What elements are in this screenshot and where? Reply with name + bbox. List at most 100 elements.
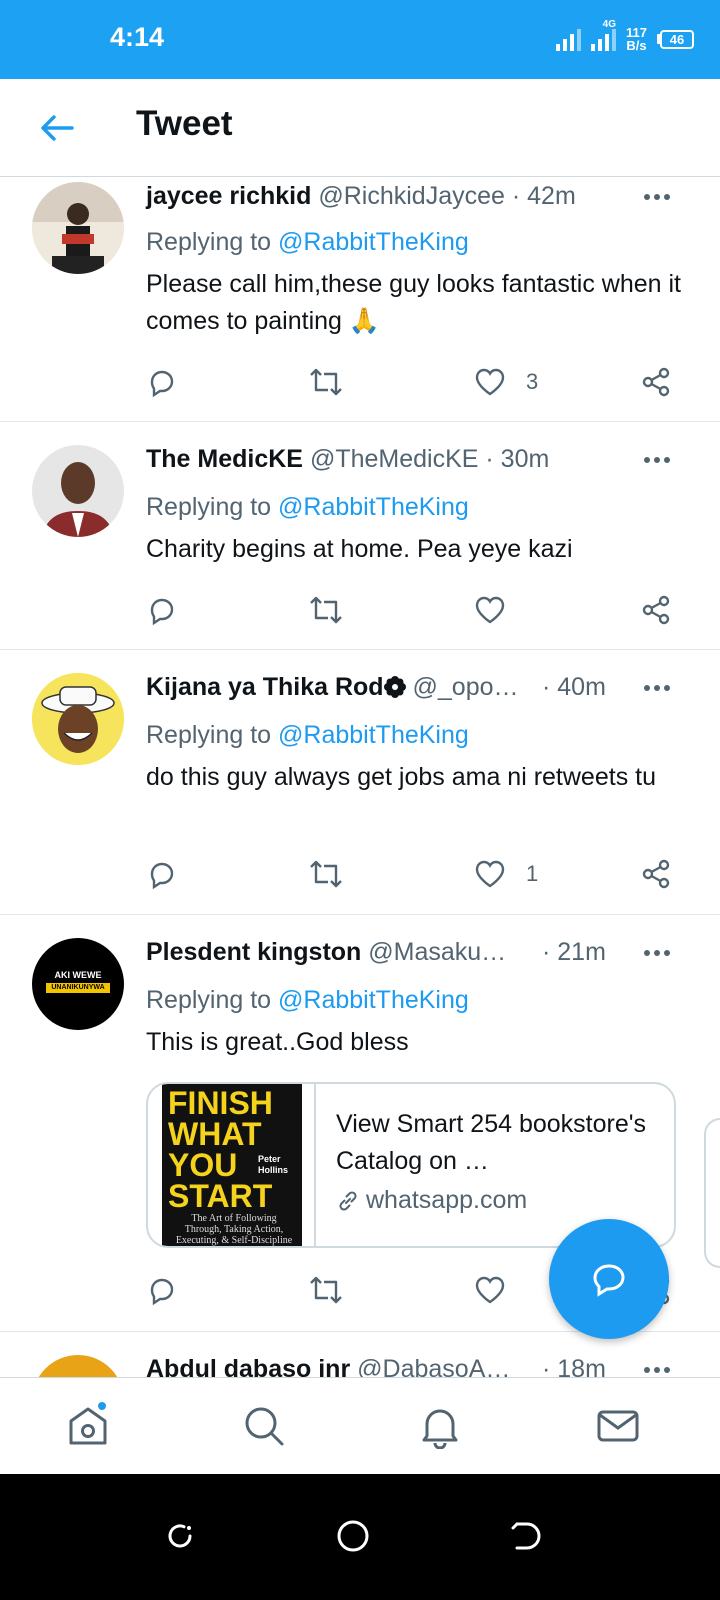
retweet-button[interactable]	[308, 1270, 344, 1310]
like-button[interactable]	[474, 590, 526, 630]
tweet-time: 42m	[527, 182, 576, 210]
reply-button[interactable]	[146, 854, 178, 894]
search-icon	[245, 1407, 284, 1446]
back-button[interactable]	[36, 107, 78, 149]
net-speed: 117 B/s	[626, 26, 647, 52]
tweet-header: Kijana ya Thika Rod @_opo… · 40m	[146, 673, 700, 709]
like-count: 1	[526, 861, 539, 886]
avatar[interactable]	[32, 445, 124, 537]
display-name[interactable]: Kijana ya Thika Rod	[146, 673, 384, 701]
mention-link[interactable]: @RabbitTheKing	[278, 986, 469, 1014]
back-system-button[interactable]	[506, 1516, 546, 1556]
nav-home[interactable]	[64, 1400, 112, 1450]
nav-messages[interactable]	[594, 1402, 642, 1450]
tweet-actions	[146, 590, 691, 630]
avatar[interactable]	[32, 673, 124, 765]
share-icon	[642, 367, 670, 397]
mention-link[interactable]: @RabbitTheKing	[278, 228, 469, 256]
signal-4g-icon: 4G	[591, 19, 617, 51]
status-bar: 4:14 4G 117 B/s 46	[0, 0, 720, 79]
retweet-icon	[310, 596, 342, 624]
tweet-actions: 3	[146, 362, 691, 402]
recent-apps-button[interactable]	[160, 1516, 200, 1556]
replying-to: Replying to @RabbitTheKing	[146, 228, 469, 256]
signal-icon	[556, 27, 582, 51]
reply-button[interactable]	[146, 1270, 178, 1310]
tweet-item[interactable]: Kijana ya Thika Rod @_opo… · 40m Replyin…	[0, 651, 720, 915]
tweet-time: 30m	[500, 445, 550, 473]
arrow-left-icon	[41, 115, 74, 141]
reply-icon	[150, 598, 174, 626]
page-title: Tweet	[136, 104, 233, 143]
replying-to: Replying to @RabbitTheKing	[146, 721, 469, 749]
reply-button[interactable]	[146, 362, 178, 402]
link-icon	[339, 1190, 357, 1211]
tweet-header: Plesdent kingston @Masaku… · 21m	[146, 938, 700, 974]
retweet-button[interactable]	[308, 590, 344, 630]
avatar-text-top: AKI WEWE	[54, 970, 102, 980]
more-options-button[interactable]	[644, 457, 670, 463]
share-button[interactable]	[640, 362, 672, 402]
replying-to: Replying to @RabbitTheKing	[146, 493, 469, 521]
compose-reply-button[interactable]	[549, 1219, 669, 1339]
user-handle[interactable]: @RichkidJaycee	[318, 182, 505, 210]
share-button[interactable]	[640, 854, 672, 894]
more-options-button[interactable]	[644, 194, 670, 200]
net-speed-unit: B/s	[626, 38, 647, 53]
heart-icon	[475, 1276, 505, 1304]
share-icon	[642, 595, 670, 625]
card-domain: whatsapp.com	[336, 1186, 527, 1215]
heart-icon	[475, 860, 505, 888]
avatar[interactable]	[32, 182, 124, 274]
reply-icon	[150, 862, 174, 890]
like-button[interactable]	[474, 1270, 526, 1310]
more-options-button[interactable]	[644, 1367, 670, 1373]
tweet-text: Charity begins at home. Pea yeye kazi	[146, 535, 573, 563]
retweet-button[interactable]	[308, 362, 344, 402]
home-system-button[interactable]	[333, 1516, 373, 1556]
mention-link[interactable]: @RabbitTheKing	[278, 493, 469, 521]
share-button[interactable]	[640, 590, 672, 630]
like-button[interactable]: 1	[474, 854, 538, 894]
user-handle[interactable]: @_opo…	[413, 673, 519, 701]
flower-badge-icon	[383, 676, 406, 698]
avatar-text-bottom: UNANIKUNYWA	[46, 983, 110, 993]
nav-search[interactable]	[240, 1402, 288, 1450]
side-card-edge	[704, 1118, 720, 1268]
nav-notifications[interactable]	[416, 1402, 464, 1450]
reply-button[interactable]	[146, 590, 178, 630]
mention-link[interactable]: @RabbitTheKing	[278, 721, 469, 749]
book-subtitle: The Art of Following Through, Taking Act…	[175, 1213, 293, 1246]
display-name[interactable]: The MedicKE	[146, 445, 303, 473]
battery-icon: 46	[657, 29, 694, 49]
tweet-time: 40m	[557, 673, 606, 701]
tweet-header: The MedicKE @TheMedicKE · 30m	[146, 445, 700, 481]
user-handle[interactable]: @TheMedicKE	[310, 445, 479, 473]
display-name[interactable]: Plesdent kingston	[146, 938, 361, 966]
system-navigation-bar	[0, 1474, 720, 1600]
more-options-button[interactable]	[644, 950, 670, 956]
chat-bubble-icon	[593, 1264, 625, 1297]
back-gesture-icon	[511, 1522, 541, 1550]
avatar[interactable]: AKI WEWE UNANIKUNYWA	[32, 938, 124, 1030]
app-header: Tweet	[0, 79, 720, 177]
like-button[interactable]: 3	[474, 362, 538, 402]
heart-icon	[475, 596, 505, 624]
heart-icon	[475, 368, 505, 396]
circle-home-icon	[337, 1520, 369, 1552]
book-cover-image: FINISH WHAT YOU START Peter Hollins The …	[162, 1084, 302, 1246]
tweet-item[interactable]: The MedicKE @TheMedicKE · 30m Replying t…	[0, 423, 720, 650]
more-options-button[interactable]	[644, 685, 670, 691]
display-name[interactable]: jaycee richkid	[146, 182, 311, 210]
tweet-text: do this guy always get jobs ama ni retwe…	[146, 763, 656, 791]
retweet-icon	[310, 368, 342, 396]
retweet-button[interactable]	[308, 854, 344, 894]
status-icons: 4G 117 B/s 46	[556, 19, 694, 56]
reply-icon	[150, 1278, 174, 1306]
user-handle[interactable]: @Masaku…	[368, 938, 506, 966]
tweet-text: This is great..God bless	[146, 1028, 409, 1056]
tweet-text: Please call him,these guy looks fantasti…	[146, 270, 681, 335]
reply-icon	[150, 370, 174, 398]
tweet-item[interactable]: jaycee richkid @RichkidJaycee · 42m Repl…	[0, 178, 720, 422]
status-time: 4:14	[110, 22, 165, 52]
